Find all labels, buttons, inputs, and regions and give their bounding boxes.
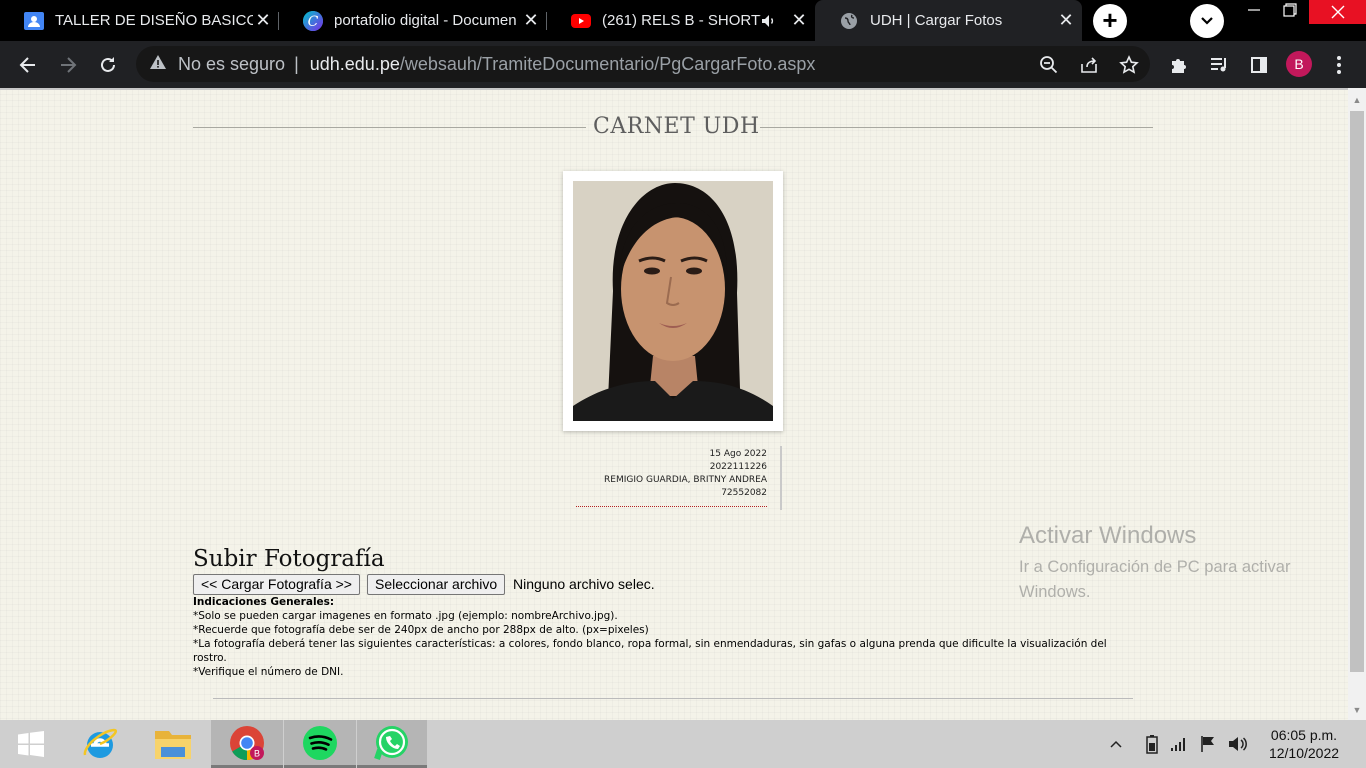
issue-date: 15 Ago 2022	[709, 449, 767, 459]
windows-start-icon	[18, 731, 44, 757]
tab-title: TALLER DE DISEÑO BASICO I	[55, 12, 253, 29]
upload-photo-button[interactable]: << Cargar Fotografía >>	[193, 574, 360, 595]
choose-file-button[interactable]: Seleccionar archivo	[367, 574, 506, 595]
activation-watermark-text: Ir a Configuración de PC para activar Wi…	[1019, 558, 1291, 601]
restore-button[interactable]	[1267, 0, 1313, 30]
internet-explorer-icon	[83, 728, 117, 758]
media-control-button[interactable]	[1205, 51, 1233, 79]
close-tab-icon[interactable]: ✕	[789, 10, 809, 31]
reload-button[interactable]	[94, 51, 122, 79]
tab-strip: TALLER DE DISEÑO BASICO I ✕ C portafolio…	[0, 0, 1366, 41]
page-content: CARNET UDH 15 Ago 2022 2022111226 REMIGI…	[0, 88, 1348, 720]
student-photo	[573, 181, 773, 421]
speaker-icon[interactable]	[761, 14, 777, 28]
side-panel-icon	[1251, 57, 1267, 73]
zoom-out-icon[interactable]	[1038, 54, 1060, 76]
taskbar-file-explorer[interactable]	[137, 720, 209, 768]
instruction-line: *Solo se pueden cargar imagenes en forma…	[193, 610, 618, 622]
tab-classroom[interactable]: TALLER DE DISEÑO BASICO I ✕	[0, 0, 279, 41]
activation-watermark-title: Activar Windows	[1019, 522, 1197, 549]
clock-time: 06:05 p.m.	[1270, 727, 1338, 743]
network-icon[interactable]	[1168, 734, 1188, 754]
arrow-left-icon	[19, 57, 35, 73]
taskbar-whatsapp[interactable]	[357, 720, 427, 768]
footer-divider	[213, 698, 1133, 699]
tab-title: (261) RELS B - SHORTY C	[602, 12, 761, 29]
instruction-line: *Verifique el número de DNI.	[193, 666, 344, 678]
close-tab-icon[interactable]: ✕	[1056, 10, 1076, 31]
bookmark-star-icon[interactable]	[1118, 54, 1140, 76]
start-button[interactable]	[0, 720, 62, 768]
taskbar-clock[interactable]: 06:05 p.m. 12/10/2022	[1258, 726, 1350, 762]
tab-search-button[interactable]	[1190, 4, 1224, 38]
forward-button[interactable]	[54, 51, 82, 79]
chrome-icon: B	[230, 725, 264, 760]
svg-text:C: C	[308, 14, 319, 30]
browser-toolbar: No es seguro | udh.edu.pe/websauh/Tramit…	[0, 41, 1366, 88]
dotted-divider	[576, 506, 767, 507]
no-file-label: Ninguno archivo selec.	[513, 576, 655, 592]
file-explorer-icon	[155, 731, 191, 759]
spotify-icon	[303, 725, 337, 760]
student-dni: 72552082	[721, 488, 767, 498]
close-tab-icon[interactable]: ✕	[253, 10, 273, 31]
tab-youtube[interactable]: (261) RELS B - SHORTY C ✕	[547, 0, 815, 41]
close-window-button[interactable]	[1309, 0, 1366, 24]
instruction-line: *Recuerde que fotografía debe ser de 240…	[193, 624, 649, 636]
instructions-heading: Indicaciones Generales:	[193, 596, 335, 608]
windows-taskbar: B 06:05 p.m. 12/10/2022	[0, 720, 1366, 768]
canva-icon: C	[303, 10, 323, 31]
clock-date: 12/10/2022	[1268, 745, 1340, 761]
svg-text:B: B	[254, 748, 260, 758]
volume-icon[interactable]	[1228, 734, 1248, 754]
whatsapp-icon	[374, 725, 408, 760]
back-button[interactable]	[14, 51, 42, 79]
chevron-up-icon[interactable]	[1106, 734, 1126, 754]
youtube-icon	[571, 11, 591, 31]
profile-avatar[interactable]: B	[1286, 51, 1312, 77]
globe-icon	[839, 11, 859, 31]
side-panel-button[interactable]	[1245, 51, 1273, 79]
taskbar-internet-explorer[interactable]	[64, 720, 136, 768]
url-path[interactable]: /websauh/TramiteDocumentario/PgCargarFot…	[400, 54, 816, 75]
tab-udh-cargar-fotos[interactable]: UDH | Cargar Fotos ✕	[815, 0, 1082, 41]
scroll-down-arrow-icon[interactable]: ▼	[1349, 703, 1365, 717]
instruction-line: *La fotografía deberá tener las siguient…	[193, 638, 1107, 664]
security-label[interactable]: No es seguro	[178, 54, 285, 75]
close-tab-icon[interactable]: ✕	[521, 10, 541, 31]
header-divider	[193, 127, 586, 128]
header-divider	[760, 127, 1153, 128]
chevron-down-icon	[1201, 17, 1213, 25]
menu-button[interactable]	[1325, 51, 1353, 79]
kebab-menu-icon	[1337, 56, 1341, 74]
puzzle-icon	[1172, 59, 1186, 73]
share-icon[interactable]	[1078, 54, 1100, 76]
playlist-icon	[1211, 58, 1226, 72]
url-host[interactable]: udh.edu.pe	[310, 54, 400, 75]
taskbar-spotify[interactable]	[284, 720, 356, 768]
tab-canva[interactable]: C portafolio digital - Documen ✕	[279, 0, 547, 41]
google-classroom-icon	[24, 11, 44, 31]
scroll-up-arrow-icon[interactable]: ▲	[1349, 93, 1365, 107]
student-name: REMIGIO GUARDIA, BRITNY ANDREA	[604, 475, 767, 485]
upload-heading: Subir Fotografía	[193, 546, 385, 572]
taskbar-chrome[interactable]: B	[211, 720, 283, 768]
photo-card	[563, 171, 783, 431]
tab-title: UDH | Cargar Fotos	[870, 12, 1003, 29]
battery-icon[interactable]	[1142, 734, 1162, 754]
info-divider	[780, 446, 782, 510]
new-tab-button[interactable]: +	[1093, 4, 1127, 38]
scrollbar-thumb[interactable]	[1350, 111, 1364, 672]
instructions: Indicaciones Generales: *Solo se pueden …	[193, 595, 1143, 679]
flag-icon[interactable]	[1198, 734, 1218, 754]
reload-icon	[101, 57, 115, 72]
student-info: 15 Ago 2022 2022111226 REMIGIO GUARDIA, …	[560, 448, 767, 500]
arrow-right-icon	[61, 57, 77, 73]
address-bar[interactable]: No es seguro | udh.edu.pe/websauh/Tramit…	[136, 46, 1150, 82]
warning-icon[interactable]	[149, 54, 169, 75]
page-title: CARNET UDH	[593, 114, 760, 139]
extensions-button[interactable]	[1165, 51, 1193, 79]
tab-title: portafolio digital - Documen	[334, 12, 517, 29]
student-code: 2022111226	[709, 462, 767, 472]
